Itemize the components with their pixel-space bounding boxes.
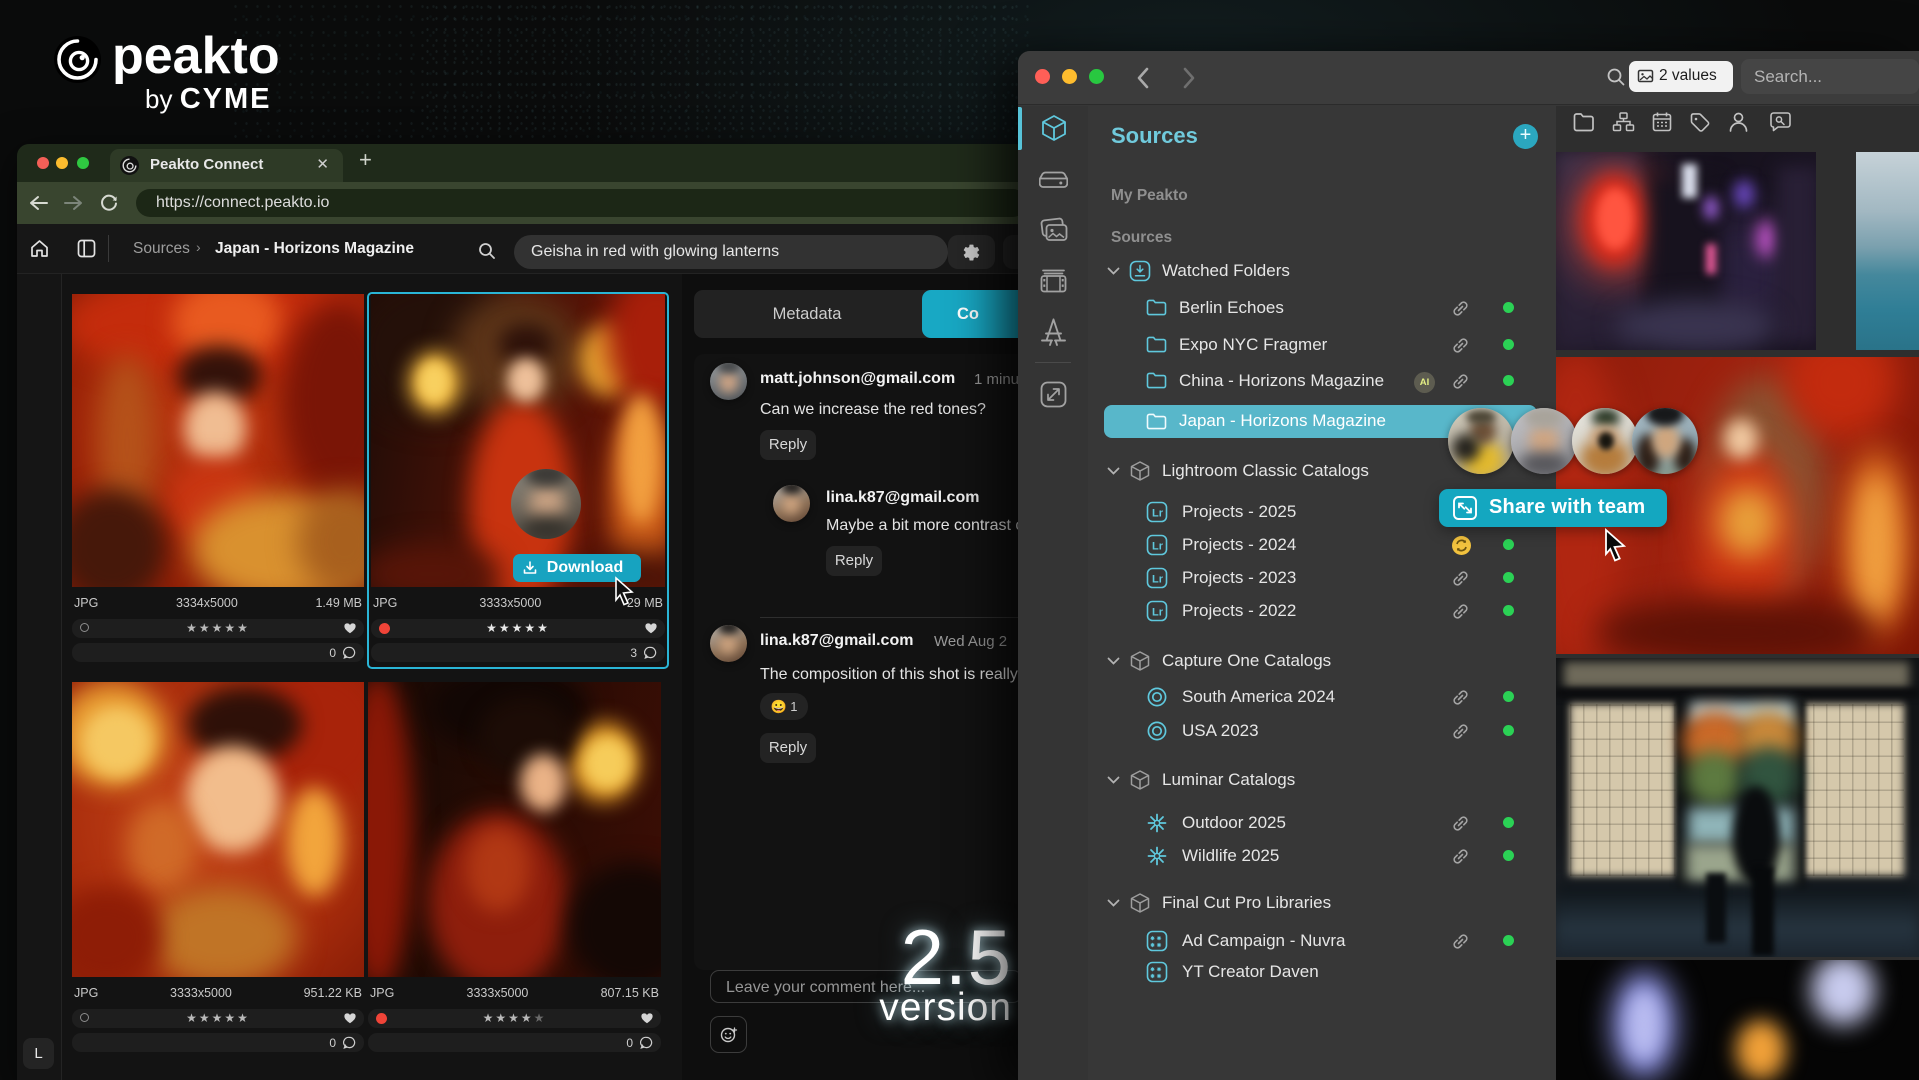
- svg-text:Lr: Lr: [1152, 541, 1164, 553]
- svg-text:Lr: Lr: [1152, 607, 1164, 619]
- svg-text:Lr: Lr: [1152, 574, 1164, 586]
- svg-text:Lr: Lr: [1152, 508, 1164, 520]
